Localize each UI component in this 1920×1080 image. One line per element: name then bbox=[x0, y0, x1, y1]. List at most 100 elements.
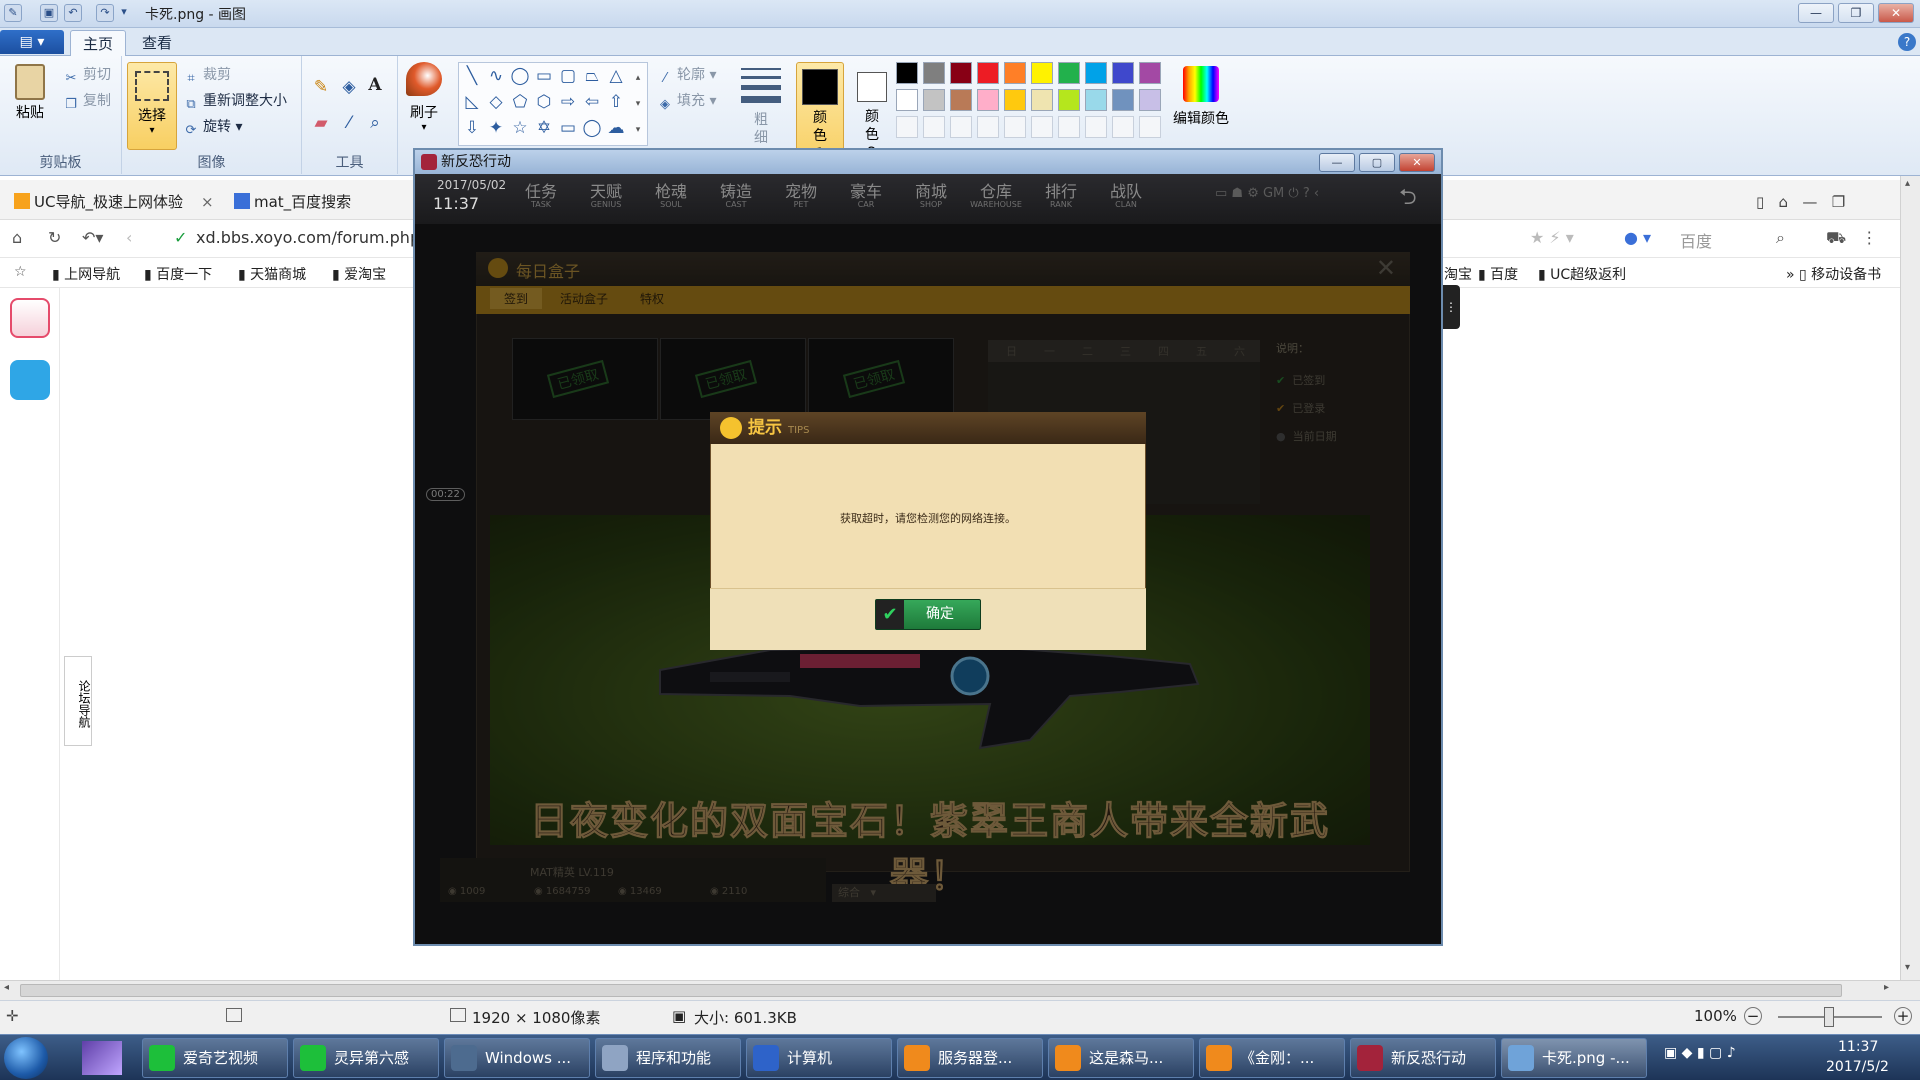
pentagon-shape-icon[interactable]: ⬠ bbox=[509, 91, 531, 113]
six-point-star-icon[interactable]: ✡ bbox=[533, 117, 555, 139]
bookmark-item[interactable]: ▮ 百度一下 bbox=[144, 264, 212, 284]
search-icon[interactable]: ⌕ bbox=[1776, 228, 1785, 248]
taskbar-item[interactable]: 卡死.png -... bbox=[1501, 1038, 1647, 1078]
custom-color-slot[interactable] bbox=[896, 116, 918, 138]
search-engine-icon[interactable]: ● ▾ bbox=[1624, 228, 1651, 247]
vertical-scrollbar[interactable]: ▴ ▾ bbox=[1900, 176, 1920, 980]
palette-color-swatch[interactable] bbox=[1058, 62, 1080, 84]
game-nav-warehouse[interactable]: 仓库 WAREHOUSE bbox=[966, 178, 1026, 209]
rect-callout-icon[interactable]: ▭ bbox=[557, 117, 579, 139]
palette-color-swatch[interactable] bbox=[1112, 89, 1134, 111]
start-button[interactable] bbox=[4, 1037, 48, 1079]
magnifier-icon[interactable]: ⌕ bbox=[364, 112, 386, 134]
copy-button[interactable]: ❐ 复制 bbox=[62, 90, 111, 113]
bookmark-item[interactable]: ▮ 百度 bbox=[1478, 264, 1518, 284]
favorite-star-icon[interactable]: ★ ⚡ ▾ bbox=[1530, 228, 1574, 247]
left-arrow-shape-icon[interactable]: ⇦ bbox=[581, 91, 603, 113]
hexagon-shape-icon[interactable]: ⬡ bbox=[533, 91, 555, 113]
scroll-left-icon[interactable]: ◂ bbox=[4, 982, 9, 993]
address-input[interactable]: xd.bbs.xoyo.com/forum.php? bbox=[196, 228, 429, 247]
custom-color-slot[interactable] bbox=[923, 116, 945, 138]
cart-icon[interactable]: ⛟ ⋮ bbox=[1826, 228, 1877, 249]
fill-button[interactable]: ◈ 填充 ▾ bbox=[656, 90, 716, 113]
palette-color-swatch[interactable] bbox=[1085, 62, 1107, 84]
triangle-shape-icon[interactable]: △ bbox=[605, 65, 627, 87]
paint-app-icon[interactable]: ✎ bbox=[4, 4, 22, 22]
crop-button[interactable]: ⌗ 裁剪 bbox=[182, 64, 231, 87]
tab-home[interactable]: 主页 bbox=[70, 30, 127, 56]
curve-shape-icon[interactable]: ∿ bbox=[485, 65, 507, 87]
select-button[interactable]: 选择 ▾ bbox=[127, 62, 177, 150]
scroll-up-icon[interactable]: ▴ bbox=[1905, 178, 1910, 189]
bookmark-item[interactable]: ▮ UC超级返利 bbox=[1538, 264, 1626, 284]
quick-launch-icon[interactable] bbox=[82, 1041, 122, 1075]
zoom-in-button[interactable]: + bbox=[1894, 1007, 1912, 1025]
zoom-out-button[interactable]: − bbox=[1744, 1007, 1762, 1025]
fill-bucket-icon[interactable]: ◈ bbox=[338, 76, 360, 98]
polygon-shape-icon[interactable]: ⏢ bbox=[581, 65, 603, 87]
edit-colors-button[interactable]: 编辑颜色 bbox=[1170, 62, 1232, 162]
palette-color-swatch[interactable] bbox=[977, 89, 999, 111]
forum-nav-tab[interactable]: 论坛导航 bbox=[64, 656, 92, 746]
taskbar-item[interactable]: 服务器登... bbox=[897, 1038, 1043, 1078]
browser-window-controls[interactable]: ▯ ⌂ — ❐ bbox=[1756, 186, 1845, 218]
game-nav-cast[interactable]: 铸造 CAST bbox=[706, 178, 766, 209]
game-nav-shop[interactable]: 商城 SHOP bbox=[901, 178, 961, 209]
taskbar-item[interactable]: Windows ... bbox=[444, 1038, 590, 1078]
game-utility-icons[interactable]: ▭ ☗ ⚙ GM ⏻ ? ‹ bbox=[1215, 186, 1319, 201]
up-arrow-shape-icon[interactable]: ⇧ bbox=[605, 91, 627, 113]
horizontal-scrollbar[interactable]: ◂ ▸ bbox=[0, 980, 1920, 1000]
idea-app-icon[interactable] bbox=[10, 360, 50, 400]
tab-view[interactable]: 查看 bbox=[130, 30, 184, 56]
scroll-down-icon[interactable]: ▾ bbox=[1905, 962, 1910, 973]
taskbar-item[interactable]: 这是森马... bbox=[1048, 1038, 1194, 1078]
restore-button[interactable]: ❐ bbox=[1838, 3, 1874, 23]
clock-time[interactable]: 11:37 bbox=[1838, 1039, 1878, 1055]
palette-color-swatch[interactable] bbox=[923, 62, 945, 84]
bookmark-star-icon[interactable]: ☆ bbox=[14, 264, 27, 280]
down-arrow-shape-icon[interactable]: ⇩ bbox=[461, 117, 483, 139]
back-icon[interactable]: ‹ bbox=[126, 228, 132, 247]
palette-color-swatch[interactable] bbox=[977, 62, 999, 84]
undo-icon[interactable]: ↶ bbox=[64, 4, 82, 22]
file-menu-button[interactable]: ▤ ▾ bbox=[0, 30, 64, 54]
pencil-icon[interactable]: ✎ bbox=[310, 76, 332, 98]
outline-button[interactable]: ⁄ 轮廓 ▾ bbox=[656, 64, 717, 87]
browser-tab-uc[interactable]: UC导航_极速上网体验 × bbox=[14, 186, 214, 218]
text-tool-icon[interactable]: A bbox=[364, 74, 386, 96]
game-nav-task[interactable]: 任务 TASK bbox=[511, 178, 571, 209]
game-nav-genius[interactable]: 天赋 GENIUS bbox=[576, 178, 636, 209]
customize-quick-access-icon[interactable]: ▾ bbox=[118, 4, 130, 22]
diamond-shape-icon[interactable]: ◇ bbox=[485, 91, 507, 113]
sidebar-handle[interactable]: ⋮ bbox=[1442, 285, 1460, 329]
taskbar-item[interactable]: 计算机 bbox=[746, 1038, 892, 1078]
right-triangle-shape-icon[interactable]: ◺ bbox=[461, 91, 483, 113]
cut-button[interactable]: ✂ 剪切 bbox=[62, 64, 111, 87]
palette-color-swatch[interactable] bbox=[950, 89, 972, 111]
cloud-callout-icon[interactable]: ☁ bbox=[605, 117, 627, 139]
game-minimize-button[interactable]: — bbox=[1319, 153, 1355, 172]
brushes-button[interactable]: 刷子 ▾ bbox=[402, 62, 446, 162]
confirm-button[interactable]: ✔ 确定 bbox=[875, 599, 981, 630]
resize-button[interactable]: ⧉ 重新调整大小 bbox=[182, 90, 287, 113]
palette-color-swatch[interactable] bbox=[1031, 89, 1053, 111]
palette-color-swatch[interactable] bbox=[1139, 62, 1161, 84]
four-point-star-icon[interactable]: ✦ bbox=[485, 117, 507, 139]
rounded-rect-shape-icon[interactable]: ▢ bbox=[557, 65, 579, 87]
help-icon[interactable]: ? bbox=[1898, 33, 1916, 51]
palette-color-swatch[interactable] bbox=[896, 89, 918, 111]
line-shape-icon[interactable]: ╲ bbox=[461, 65, 483, 87]
palette-color-swatch[interactable] bbox=[1058, 89, 1080, 111]
oval-shape-icon[interactable]: ◯ bbox=[509, 65, 531, 87]
palette-color-swatch[interactable] bbox=[1031, 62, 1053, 84]
taskbar-item[interactable]: 爱奇艺视频 bbox=[142, 1038, 288, 1078]
undo-close-icon[interactable]: ↶▾ bbox=[82, 228, 103, 247]
bookmark-item[interactable]: 淘宝 bbox=[1444, 264, 1472, 284]
shop-app-icon[interactable] bbox=[10, 298, 50, 338]
reload-icon[interactable]: ↻ bbox=[48, 228, 61, 247]
palette-color-swatch[interactable] bbox=[1085, 89, 1107, 111]
game-nav-pet[interactable]: 宠物 PET bbox=[771, 178, 831, 209]
minimize-button[interactable]: — bbox=[1798, 3, 1834, 23]
custom-color-slot[interactable] bbox=[1058, 116, 1080, 138]
rotate-button[interactable]: ⟳ 旋转 ▾ bbox=[182, 116, 243, 139]
